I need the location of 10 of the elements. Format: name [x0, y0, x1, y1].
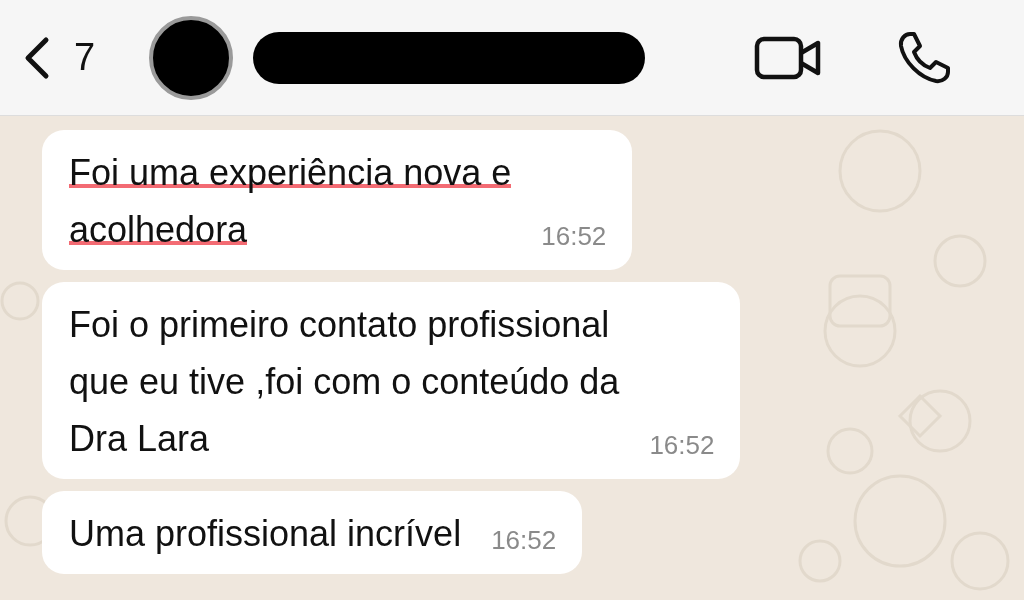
unread-count: 7 — [74, 36, 96, 79]
message-text: Foi uma experiência nova e acolhedora — [69, 151, 512, 252]
message-time: 16:52 — [541, 221, 607, 252]
phone-call-icon[interactable] — [896, 29, 952, 86]
message-text: Foi o primeiro contato profissional que eu tive ,foi com o conteúdo da Dra Lara — [69, 303, 620, 461]
back-button[interactable]: 7 — [22, 35, 96, 80]
video-call-icon[interactable] — [754, 35, 822, 80]
message-time: 16:52 — [649, 430, 715, 461]
message-time: 16:52 — [491, 525, 557, 556]
message-text: Uma profissional incrível — [69, 512, 462, 556]
